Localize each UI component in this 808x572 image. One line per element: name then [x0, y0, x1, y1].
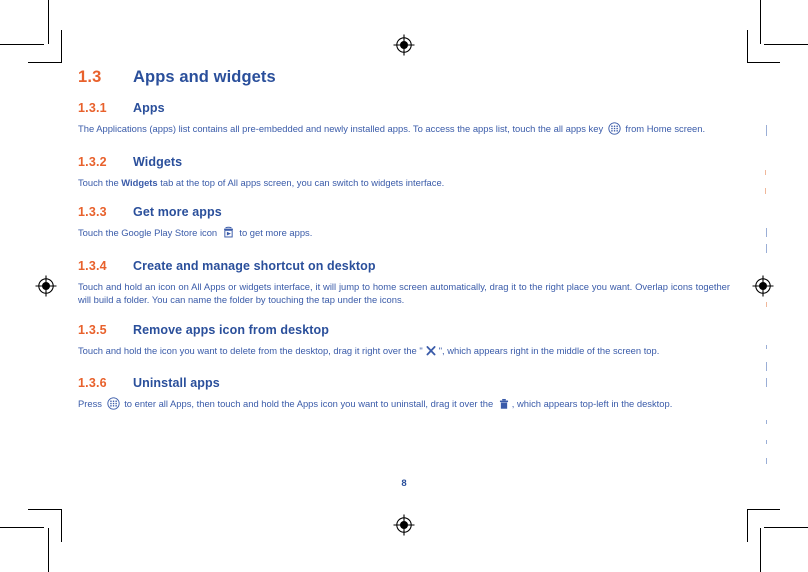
section-heading-1-3-1: 1.3.1 Apps — [78, 101, 730, 115]
section-number: 1.3.1 — [78, 101, 107, 115]
section-heading-1-3-2: 1.3.2 Widgets — [78, 155, 730, 169]
paragraph-text-after-icon: ", which appears right in the middle of … — [438, 344, 660, 356]
paragraph-bold-term: Widgets — [121, 176, 158, 188]
paragraph-text-before-icon: The Applications (apps) list contains al… — [78, 123, 604, 134]
google-play-store-icon — [222, 226, 235, 243]
trash-bin-icon — [498, 398, 510, 414]
section-heading-1-3-6: 1.3.6 Uninstall apps — [78, 376, 730, 390]
section-number: 1.3.3 — [78, 205, 107, 219]
paragraph-text-after-icon: , which appears top-left in the desktop. — [511, 398, 673, 409]
page-title-number: 1.3 — [78, 68, 102, 86]
paragraph-text-before-bold: Touch the — [78, 176, 119, 188]
section-number: 1.3.2 — [78, 154, 107, 169]
section-body-1-3-1: The Applications (apps) list contains al… — [78, 122, 730, 139]
section-body-1-3-4: Touch and hold an icon on All Apps or wi… — [78, 280, 730, 306]
paragraph-text-before-icon: Press — [78, 398, 102, 409]
page-number: 8 — [401, 478, 407, 489]
section-title: Create and manage shortcut on desktop — [133, 258, 376, 273]
section-body-1-3-5: Touch and hold the icon you want to dele… — [78, 344, 730, 361]
all-apps-key-icon — [608, 122, 621, 139]
section-title: Uninstall apps — [133, 376, 220, 390]
page-content: 1.3 Apps and widgets 1.3.1 Apps The Appl… — [78, 68, 730, 414]
section-number: 1.3.6 — [78, 376, 107, 390]
page-title: 1.3 Apps and widgets — [78, 68, 730, 87]
section-number: 1.3.4 — [78, 258, 107, 273]
all-apps-key-icon — [106, 397, 120, 414]
section-heading-1-3-4: 1.3.4 Create and manage shortcut on desk… — [78, 259, 730, 273]
paragraph-text-after-icon: to get more apps. — [239, 227, 313, 238]
registration-mark-left — [35, 275, 57, 297]
section-title: Widgets — [133, 154, 183, 169]
section-body-1-3-2: Touch the Widgets tab at the top of All … — [78, 176, 730, 190]
section-title: Get more apps — [133, 205, 222, 219]
registration-mark-bottom — [393, 514, 415, 536]
page-title-text: Apps and widgets — [133, 68, 276, 86]
section-body-1-3-6: Press to enter all Apps, then touch and … — [78, 397, 730, 414]
paragraph-text-after-bold: tab at the top of All apps screen, you c… — [160, 176, 445, 188]
paragraph-text-before-icon: Touch the Google Play Store icon — [78, 227, 218, 238]
remove-cross-icon — [425, 345, 437, 361]
section-heading-1-3-3: 1.3.3 Get more apps — [78, 205, 730, 219]
section-number: 1.3.5 — [78, 322, 107, 337]
section-title: Apps — [133, 101, 165, 115]
paragraph-text-before-icon: Touch and hold the icon you want to dele… — [78, 344, 423, 356]
section-title: Remove apps icon from desktop — [133, 322, 329, 337]
section-body-1-3-3: Touch the Google Play Store icon to get … — [78, 226, 730, 243]
section-heading-1-3-5: 1.3.5 Remove apps icon from desktop — [78, 323, 730, 337]
paragraph-text-after-icon: from Home screen. — [625, 123, 706, 134]
paragraph-text-middle: to enter all Apps, then touch and hold t… — [124, 398, 494, 409]
registration-mark-right — [752, 275, 774, 297]
registration-mark-top — [393, 34, 415, 56]
